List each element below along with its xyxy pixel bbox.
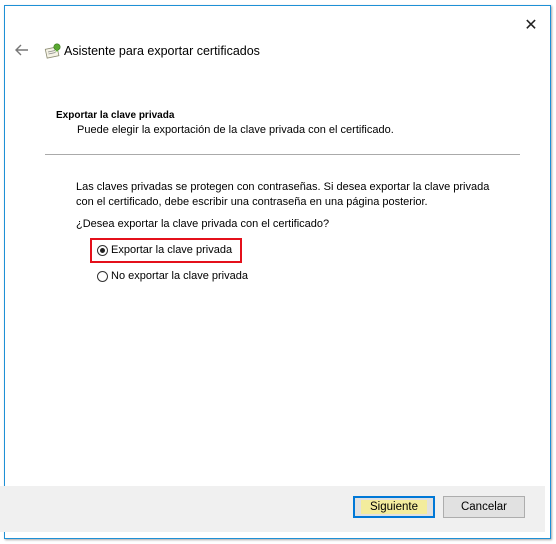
next-button-label: Siguiente: [361, 500, 427, 514]
radio-button-unchecked[interactable]: [97, 270, 108, 282]
question-text: ¿Desea exportar la clave privada con el …: [76, 218, 330, 230]
close-icon[interactable]: ✕: [522, 16, 540, 34]
radio-label: No exportar la clave privada: [111, 270, 248, 282]
radio-no-export-key[interactable]: No exportar la clave privada: [97, 270, 248, 282]
next-button[interactable]: Siguiente: [353, 496, 435, 518]
cancel-button[interactable]: Cancelar: [443, 496, 525, 518]
radio-export-key[interactable]: Exportar la clave privada: [97, 244, 232, 256]
section-title: Exportar la clave privada: [56, 110, 175, 121]
info-text: Las claves privadas se protegen con cont…: [76, 181, 490, 208]
cancel-button-label: Cancelar: [460, 501, 508, 513]
window-title: Asistente para exportar certificados: [64, 44, 260, 58]
radio-label: Exportar la clave privada: [111, 244, 233, 256]
back-arrow-icon[interactable]: [13, 41, 31, 59]
wizard-window: ✕: [4, 5, 551, 539]
radio-button-checked[interactable]: [97, 244, 108, 256]
section-subtitle: Puede elegir la exportación de la clave …: [77, 124, 394, 136]
header-divider: [45, 154, 520, 155]
certificate-icon: [44, 43, 61, 59]
